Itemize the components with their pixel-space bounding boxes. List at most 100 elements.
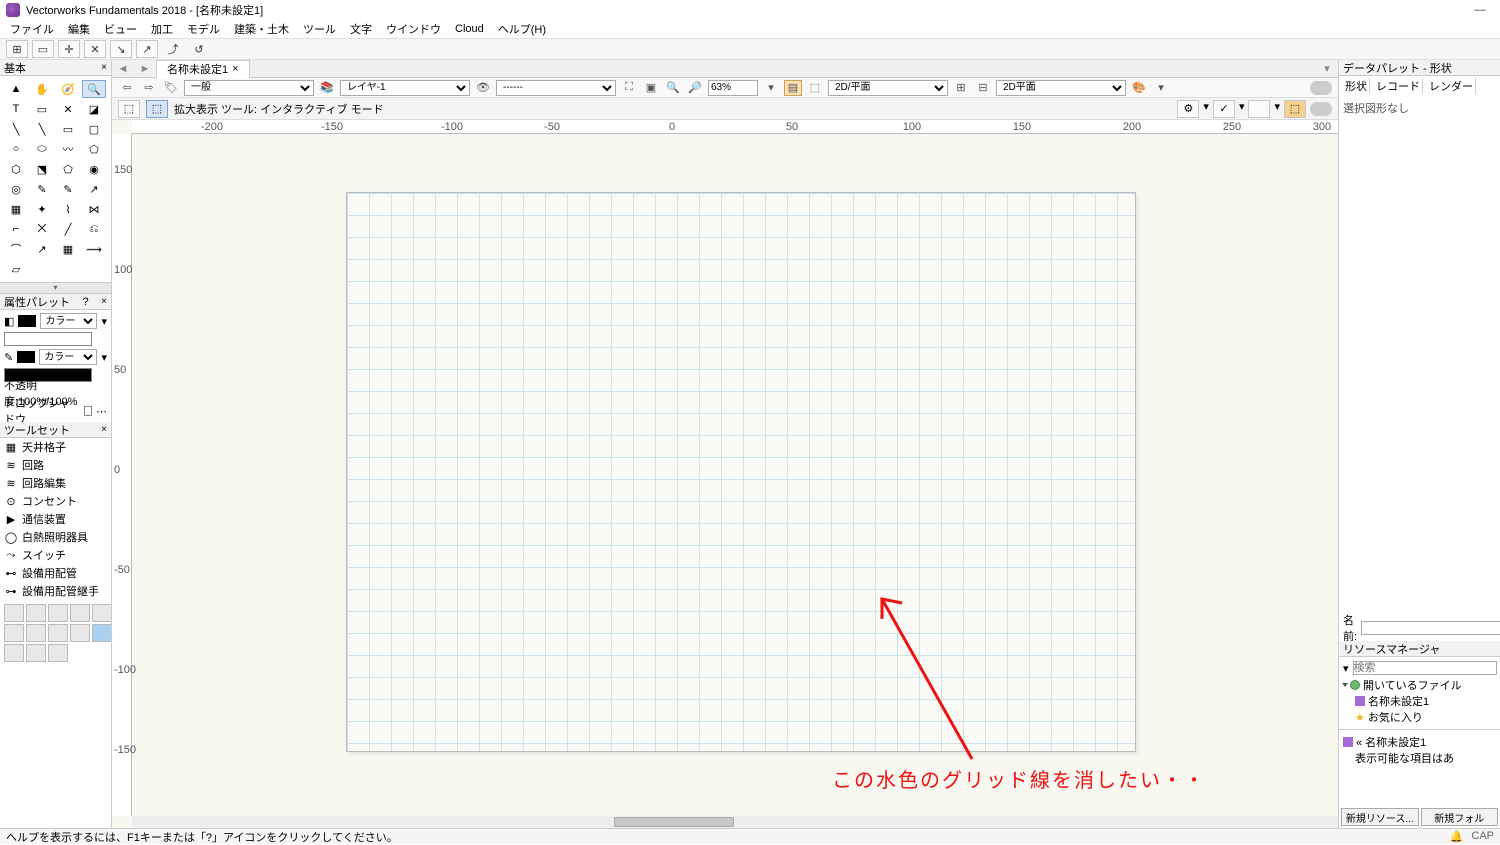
multiview-icon[interactable]: ⊟ [974,80,992,96]
menu-file[interactable]: ファイル [10,21,54,37]
freehand-tool-icon[interactable]: 〰 [56,140,80,158]
trim-tool-icon[interactable]: ╱ [56,220,80,238]
toolset-grid-item[interactable] [48,624,68,642]
class-icon[interactable]: 🏷 [162,80,180,96]
pen-dropdown-icon[interactable]: ▾ [101,351,107,364]
connect-tool-icon[interactable]: ⋈ [82,200,106,218]
drop-shadow-checkbox[interactable] [84,406,93,416]
locus-tool-icon[interactable]: ↗ [82,180,106,198]
toolset-item[interactable]: ≋回路編集 [0,474,111,492]
spiral2-tool-icon[interactable]: ◎ [4,180,28,198]
tree-node-open-files[interactable]: 開いているファイル [1339,677,1500,693]
menu-cloud[interactable]: Cloud [455,23,484,35]
chamfer-tool-icon[interactable]: ⨉ [30,220,54,238]
reshape-tool-icon[interactable]: ✦ [30,200,54,218]
class-select[interactable]: 一般 [184,80,314,96]
snap-edge-icon[interactable]: ⤴ [162,40,184,58]
double-line-tool-icon[interactable]: ⬔ [30,160,54,178]
line-tool-icon[interactable]: ╲ [4,120,28,138]
toolset-item[interactable]: ▶通信装置 [0,510,111,528]
tree-node-current[interactable]: « 名称未設定1 [1339,734,1500,750]
toolset-grid-item[interactable] [4,644,24,662]
clip-tool-icon[interactable]: ⌒ [4,240,28,258]
pan-tool-icon[interactable]: ✋ [30,80,54,98]
new-resource-button[interactable]: 新規リソース... [1341,808,1419,826]
selection-tool-icon[interactable]: ▲ [4,80,28,98]
toolset-grid-item[interactable] [48,644,68,662]
fill-swatch[interactable] [18,315,36,327]
tab-render[interactable]: レンダー [1427,78,1476,94]
menu-help[interactable]: ヘルプ(H) [498,21,546,37]
toolset-grid-item[interactable] [4,604,24,622]
text-tool-icon[interactable]: T [4,100,28,118]
unified-view-icon[interactable]: ⊞ [952,80,970,96]
toolset-item[interactable]: ⊶設備用配管継手 [0,582,111,600]
toolset-grid-item[interactable] [70,604,90,622]
tab-menu-icon[interactable]: ▾ [1316,62,1338,75]
menu-text[interactable]: 文字 [350,21,372,37]
circle-tool-icon[interactable]: ○ [4,140,28,158]
new-folder-button[interactable]: 新規フォル [1421,808,1499,826]
arc-tool-icon[interactable]: ╲ [30,120,54,138]
layer-select[interactable]: レイヤ-1 [340,80,470,96]
a-tool-icon[interactable]: ⟿ [82,240,106,258]
status-bell-icon[interactable]: 🔔 [1450,830,1464,843]
savedview-select[interactable]: ------ [496,80,616,96]
fillet-tool-icon[interactable]: ⌐ [4,220,28,238]
view-select[interactable]: 2D平面 [996,80,1126,96]
render-dropdown-icon[interactable]: ▾ [1152,80,1170,96]
x-ray-icon[interactable]: ✓ [1213,100,1235,118]
toolset-grid-item[interactable] [26,624,46,642]
eyedropper-tool-icon[interactable]: ✎ [30,180,54,198]
attr-panel-header[interactable]: 属性パレット ? × [0,294,111,310]
zoom-dropdown-icon[interactable]: ▾ [762,80,780,96]
menu-edit[interactable]: 編集 [68,21,90,37]
snap-tangent-icon[interactable]: ↺ [188,40,210,58]
plane-mode-icon[interactable]: ▤ [784,80,802,96]
drawing-canvas[interactable]: この水色のグリッド線を消したい・・ [132,134,1338,816]
document-tab-close-icon[interactable]: × [232,63,238,75]
attr-more-icon[interactable]: ⋯ [96,405,107,418]
search-dropdown-icon[interactable]: ▾ [1343,662,1349,675]
toggle-switch[interactable] [1310,81,1332,95]
toolset-grid-item[interactable] [70,624,90,642]
resource-search-input[interactable] [1353,661,1497,675]
tree-node-file[interactable]: 名称未設定1 [1339,693,1500,709]
tree-node-fav[interactable]: ★お気に入り [1339,709,1500,725]
spiral-tool-icon[interactable]: ◉ [82,160,106,178]
pen-swatch[interactable] [17,351,35,363]
toolset-grid-item[interactable] [92,624,111,642]
collapse-handle[interactable]: ▾ [0,282,111,294]
data-palette-header[interactable]: データパレット - 形状 [1339,60,1500,76]
autoclass-drop-icon[interactable]: ▾ [1274,100,1280,118]
toolset-item[interactable]: ⤳スイッチ [0,546,111,564]
tab-shape[interactable]: 形状 [1343,78,1370,94]
resource-manager-header[interactable]: リソースマネージャ [1339,641,1500,657]
plane-select[interactable]: 2D/平面 [828,80,948,96]
bucket-tool-icon[interactable]: ▱ [4,260,28,278]
zoom-input[interactable] [708,80,758,96]
fill-color-field[interactable] [4,332,92,346]
ellipse-tool-icon[interactable]: ⬭ [30,140,54,158]
split-tool-icon[interactable]: ⌇ [56,200,80,218]
plane-icon[interactable]: ⬚ [806,80,824,96]
smart-opt-icon[interactable]: ⬚ [1284,100,1306,118]
rect2-tool-icon[interactable]: ▭ [56,120,80,138]
toolset-item[interactable]: ▦天井格子 [0,438,111,456]
scrollbar-thumb[interactable] [614,817,734,827]
rotate-tool-icon[interactable]: ✕ [56,100,80,118]
toolset-grid-item[interactable] [92,604,111,622]
document-tab[interactable]: 名称未設定1 × [156,60,250,78]
snap-smart-icon[interactable]: ↘ [110,40,132,58]
tab-nav-right-icon[interactable]: ► [134,63,156,75]
snap-distance-icon[interactable]: ↗ [136,40,158,58]
mode-toggle-switch[interactable] [1310,102,1332,116]
tab-record[interactable]: レコード [1374,78,1423,94]
mode-interactive-icon[interactable]: ⬚ [146,100,168,118]
polyline-tool-icon[interactable]: ⬡ [4,160,28,178]
wall-tool-icon[interactable]: ▦ [4,200,28,218]
toolset-grid-item[interactable] [26,644,46,662]
menu-modify[interactable]: 加工 [151,21,173,37]
snap-angle-icon[interactable]: ✛ [58,40,80,58]
toolset-item[interactable]: ⊷設備用配管 [0,564,111,582]
